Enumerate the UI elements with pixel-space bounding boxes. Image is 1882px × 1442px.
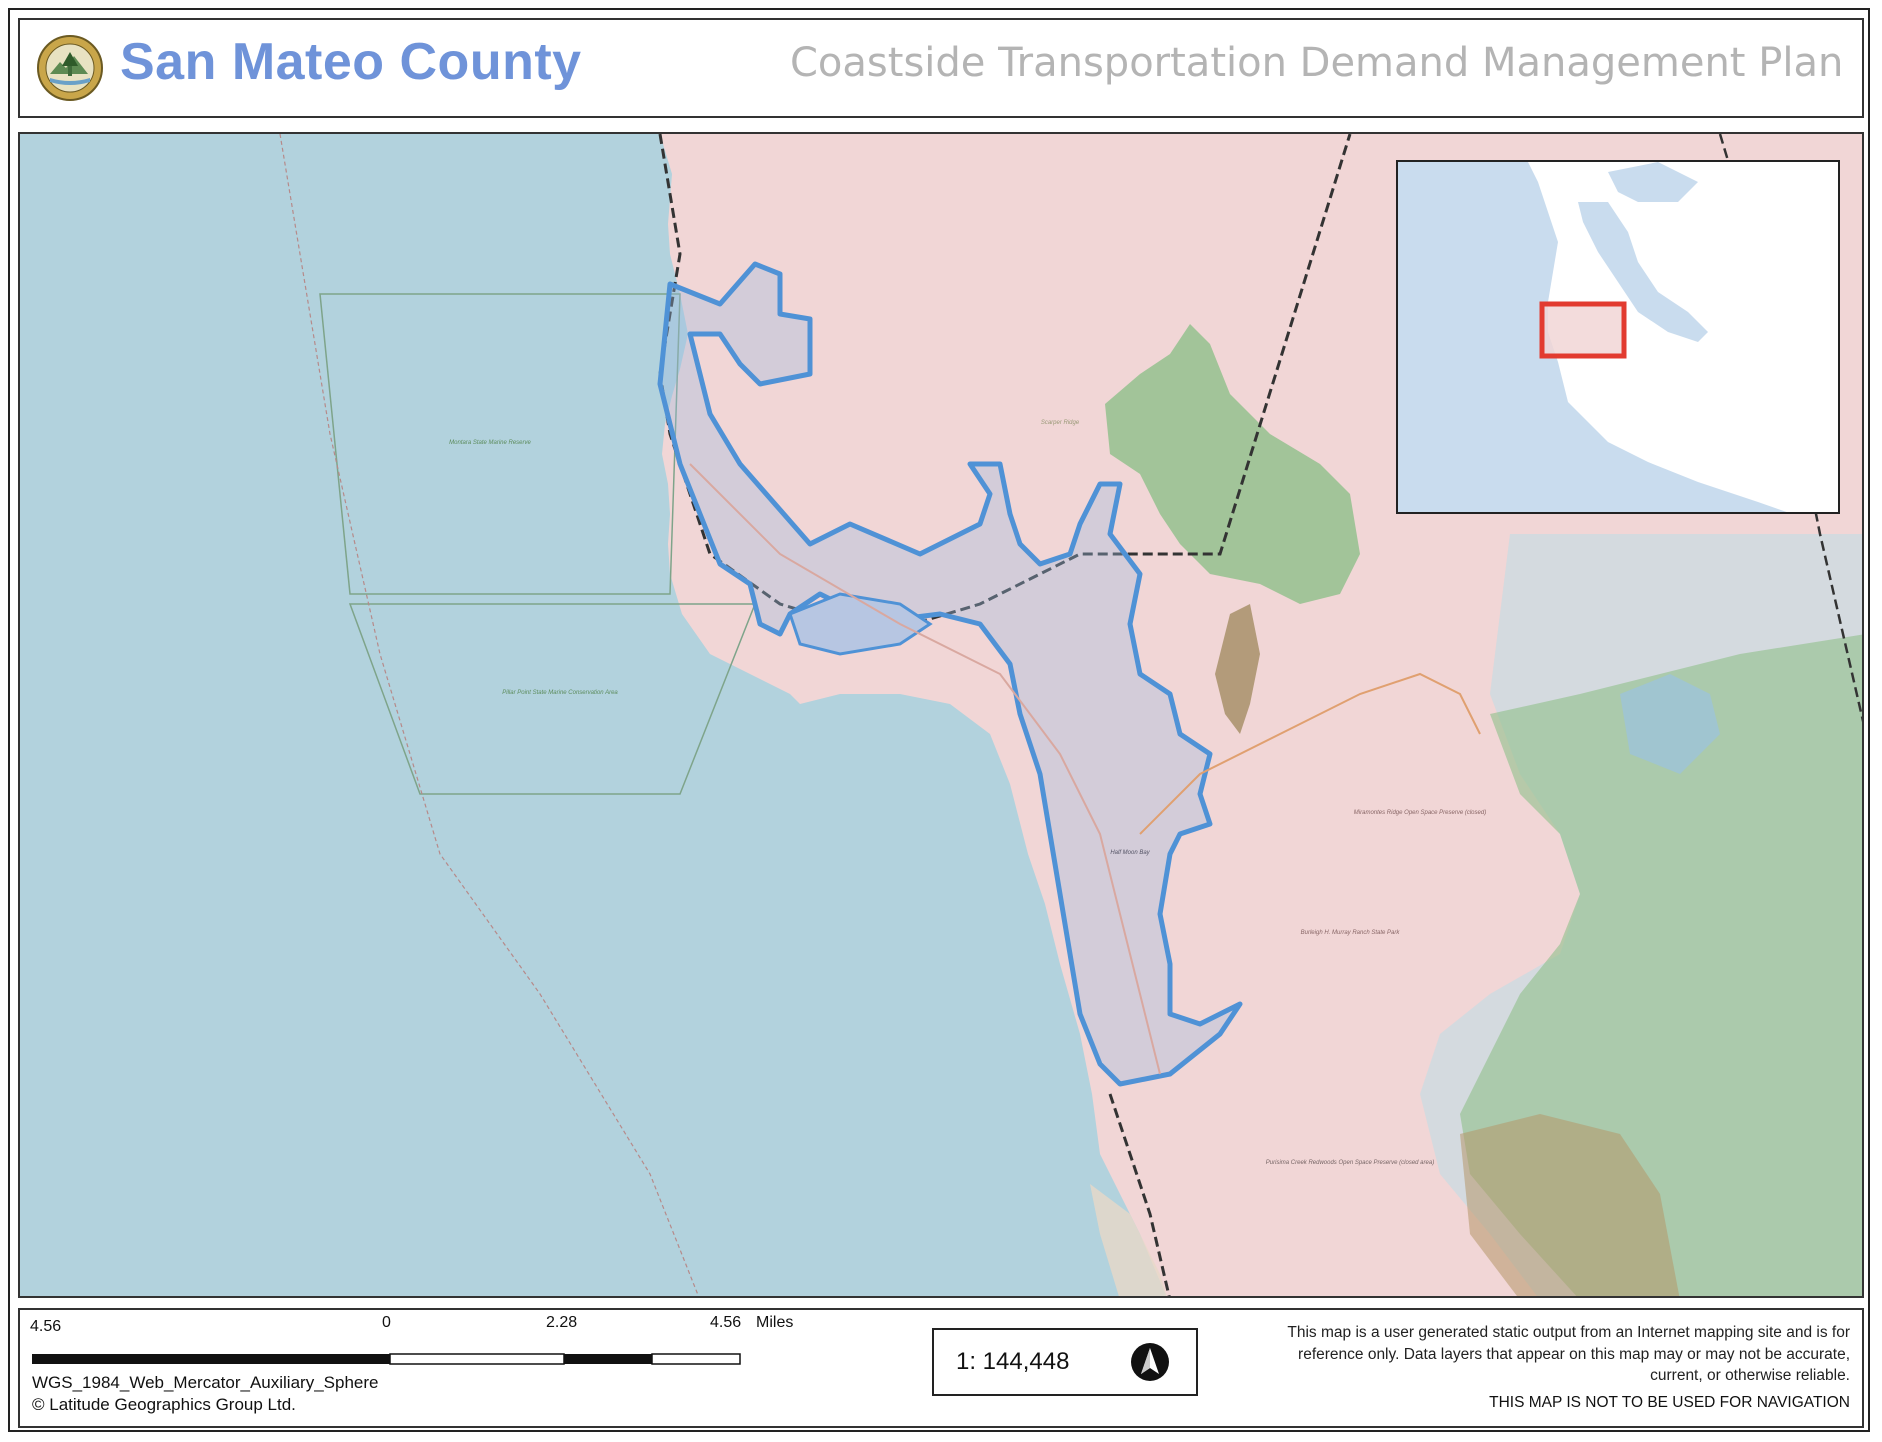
scale-bar: [32, 1353, 741, 1365]
locator-extent-box: [1539, 301, 1627, 359]
map-header: San Mateo County Coastside Transportatio…: [18, 18, 1864, 118]
map-footer: 4.56 0 2.28 4.56 Miles WGS_1984_Web_Merc…: [18, 1308, 1864, 1428]
label-scarper-ridge: Scarper Ridge: [1041, 420, 1080, 426]
projection-name: WGS_1984_Web_Mercator_Auxiliary_Sphere: [32, 1373, 379, 1392]
label-pillar-point: Pillar Point State Marine Conservation A…: [502, 690, 618, 696]
label-miramontes: Miramontes Ridge Open Space Preserve (cl…: [1354, 810, 1486, 816]
locator-inset-map[interactable]: [1396, 160, 1840, 514]
offshore-boundary: [279, 134, 700, 1296]
scale-ratio: 1: 144,448: [956, 1348, 1070, 1375]
scalebar-left-label: 4.56: [30, 1318, 62, 1335]
map-panel[interactable]: Montara State Marine Reserve Pillar Poin…: [18, 132, 1864, 1298]
scalebar-mid-label: 2.28: [546, 1314, 578, 1331]
label-half-moon-bay: Half Moon Bay: [1110, 850, 1150, 856]
label-purisima: Purisima Creek Redwoods Open Space Prese…: [1266, 1160, 1434, 1166]
plan-title: Coastside Transportation Demand Manageme…: [790, 40, 1844, 86]
label-montara-reserve: Montara State Marine Reserve: [449, 440, 531, 446]
county-seal-icon: [37, 35, 103, 101]
north-arrow-icon: [1131, 1343, 1169, 1381]
copyright-text: © Latitude Geographics Group Ltd.: [32, 1395, 296, 1414]
scalebar-zero-label: 0: [382, 1314, 391, 1331]
scale-ratio-box: 1: 144,448: [932, 1328, 1198, 1396]
label-burleigh: Burleigh H. Murray Ranch State Park: [1301, 930, 1401, 936]
disclaimer-text: This map is a user generated static outp…: [1287, 1324, 1850, 1384]
county-name: San Mateo County: [120, 33, 582, 91]
navigation-warning: THIS MAP IS NOT TO BE USED FOR NAVIGATIO…: [1489, 1394, 1850, 1411]
locator-canvas: [1398, 162, 1838, 512]
projection-info: WGS_1984_Web_Mercator_Auxiliary_Sphere ©…: [32, 1372, 378, 1416]
scalebar-right-label: 4.56: [710, 1314, 742, 1331]
scalebar-unit-label: Miles: [756, 1314, 794, 1331]
marine-area-pillar-point: [348, 603, 757, 795]
